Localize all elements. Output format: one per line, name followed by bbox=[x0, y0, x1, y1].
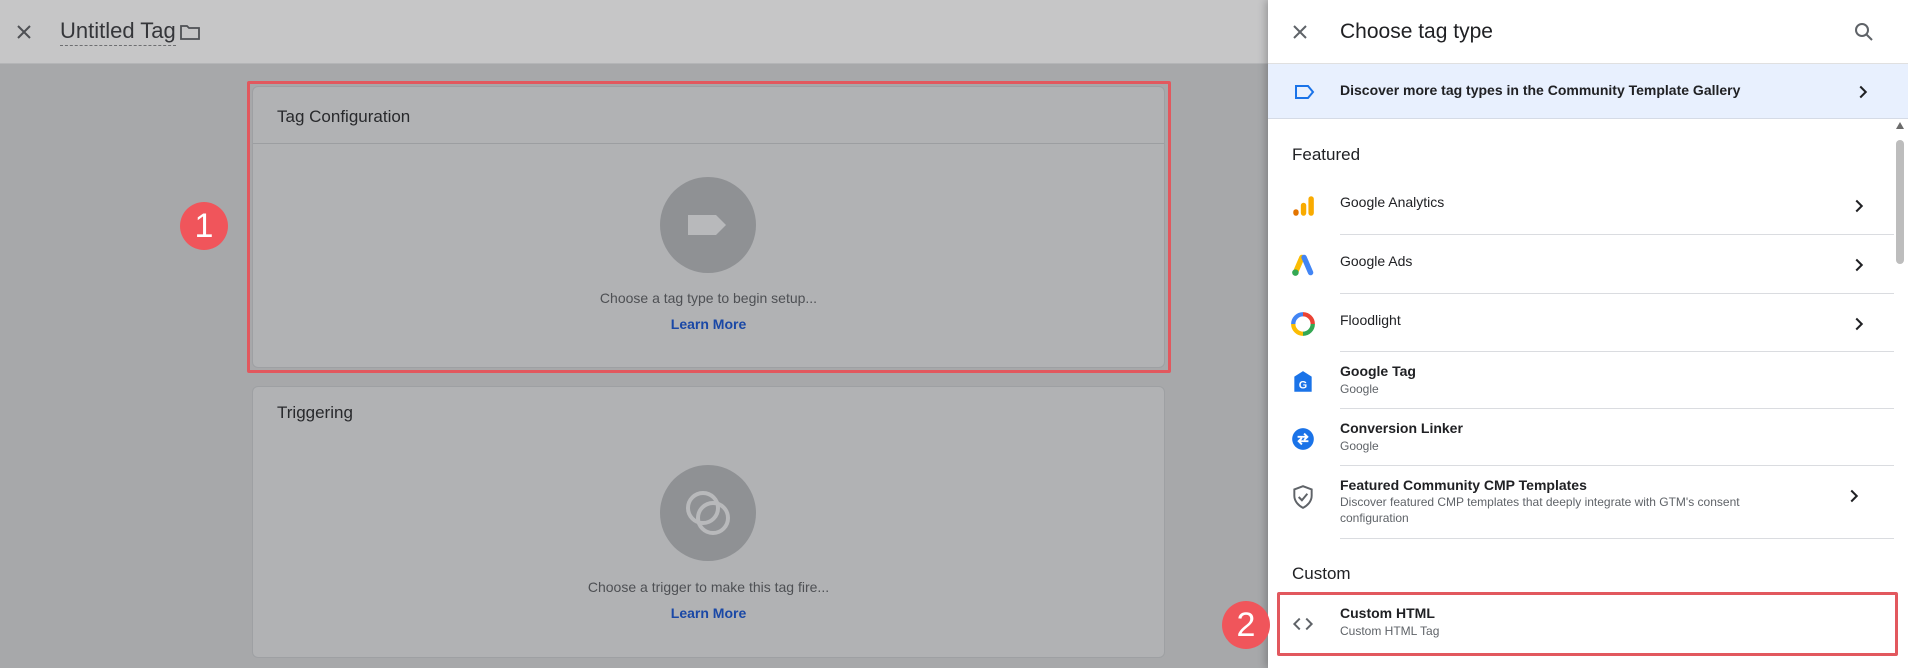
card-title: Triggering bbox=[277, 403, 353, 422]
tag-type-community-cmp-templates[interactable]: Featured Community CMP Templates Discove… bbox=[1268, 466, 1894, 539]
google-tag-icon: G bbox=[1294, 371, 1312, 392]
divider bbox=[1340, 538, 1894, 539]
annotation-badge-2: 2 bbox=[1222, 601, 1270, 649]
trigger-icon bbox=[686, 491, 730, 535]
floodlight-icon bbox=[1291, 312, 1315, 336]
svg-text:G: G bbox=[1299, 380, 1307, 392]
community-gallery-banner[interactable]: Discover more tag types in the Community… bbox=[1268, 64, 1908, 119]
chevron-right-icon bbox=[1855, 258, 1864, 272]
banner-text: Discover more tag types in the Community… bbox=[1340, 82, 1741, 98]
learn-more-link[interactable]: Learn More bbox=[253, 605, 1164, 621]
shield-check-icon bbox=[1293, 485, 1313, 509]
google-ads-icon bbox=[1292, 254, 1314, 276]
folder-icon[interactable] bbox=[178, 20, 202, 44]
section-featured: Featured bbox=[1292, 145, 1361, 164]
tag-type-google-ads[interactable]: Google Ads bbox=[1268, 235, 1894, 294]
item-name: Featured Community CMP Templates bbox=[1340, 477, 1587, 493]
tag-name-field[interactable]: Untitled Tag bbox=[60, 18, 176, 46]
item-name: Conversion Linker bbox=[1340, 420, 1463, 436]
annotation-highlight-box bbox=[247, 81, 1171, 373]
item-subtitle: Google bbox=[1340, 382, 1379, 396]
annotation-highlight-box bbox=[1277, 592, 1898, 656]
item-subtitle: Google bbox=[1340, 439, 1379, 453]
section-custom: Custom bbox=[1292, 564, 1351, 583]
choose-tag-type-panel: Choose tag type Discover more tag types … bbox=[1268, 0, 1908, 668]
trigger-placeholder-icon[interactable] bbox=[660, 465, 756, 561]
item-name: Google Tag bbox=[1340, 363, 1416, 379]
panel-title: Choose tag type bbox=[1340, 20, 1493, 43]
tag-type-floodlight[interactable]: Floodlight bbox=[1268, 294, 1894, 352]
triggering-card[interactable]: Triggering Choose a trigger to make this… bbox=[252, 386, 1165, 658]
label-icon bbox=[1295, 85, 1315, 99]
tag-type-google-analytics[interactable]: Google Analytics bbox=[1268, 176, 1894, 235]
close-icon[interactable] bbox=[12, 20, 36, 44]
item-name: Google Ads bbox=[1340, 253, 1413, 269]
scrollbar[interactable] bbox=[1896, 122, 1904, 668]
close-icon[interactable] bbox=[1288, 20, 1312, 44]
item-name: Google Analytics bbox=[1340, 194, 1445, 210]
chevron-right-icon bbox=[1850, 489, 1859, 503]
chevron-right-icon bbox=[1859, 85, 1868, 99]
editor-toolbar: Untitled Tag bbox=[0, 0, 1268, 64]
chevron-right-icon bbox=[1855, 317, 1864, 331]
item-name: Floodlight bbox=[1340, 312, 1401, 328]
conversion-linker-icon bbox=[1292, 428, 1314, 450]
scrollbar-thumb[interactable] bbox=[1896, 140, 1904, 264]
scroll-up-arrow-icon[interactable] bbox=[1896, 122, 1904, 129]
tag-type-google-tag[interactable]: G Google Tag Google bbox=[1268, 352, 1894, 409]
search-icon[interactable] bbox=[1852, 20, 1876, 44]
tag-type-conversion-linker[interactable]: Conversion Linker Google bbox=[1268, 409, 1894, 466]
trigger-hint-text: Choose a trigger to make this tag fire..… bbox=[587, 579, 830, 595]
google-analytics-icon bbox=[1293, 196, 1314, 216]
item-subtitle: Discover featured CMP templates that dee… bbox=[1340, 495, 1740, 525]
annotation-badge-1: 1 bbox=[180, 202, 228, 250]
panel-header: Choose tag type bbox=[1268, 0, 1908, 64]
chevron-right-icon bbox=[1855, 199, 1864, 213]
